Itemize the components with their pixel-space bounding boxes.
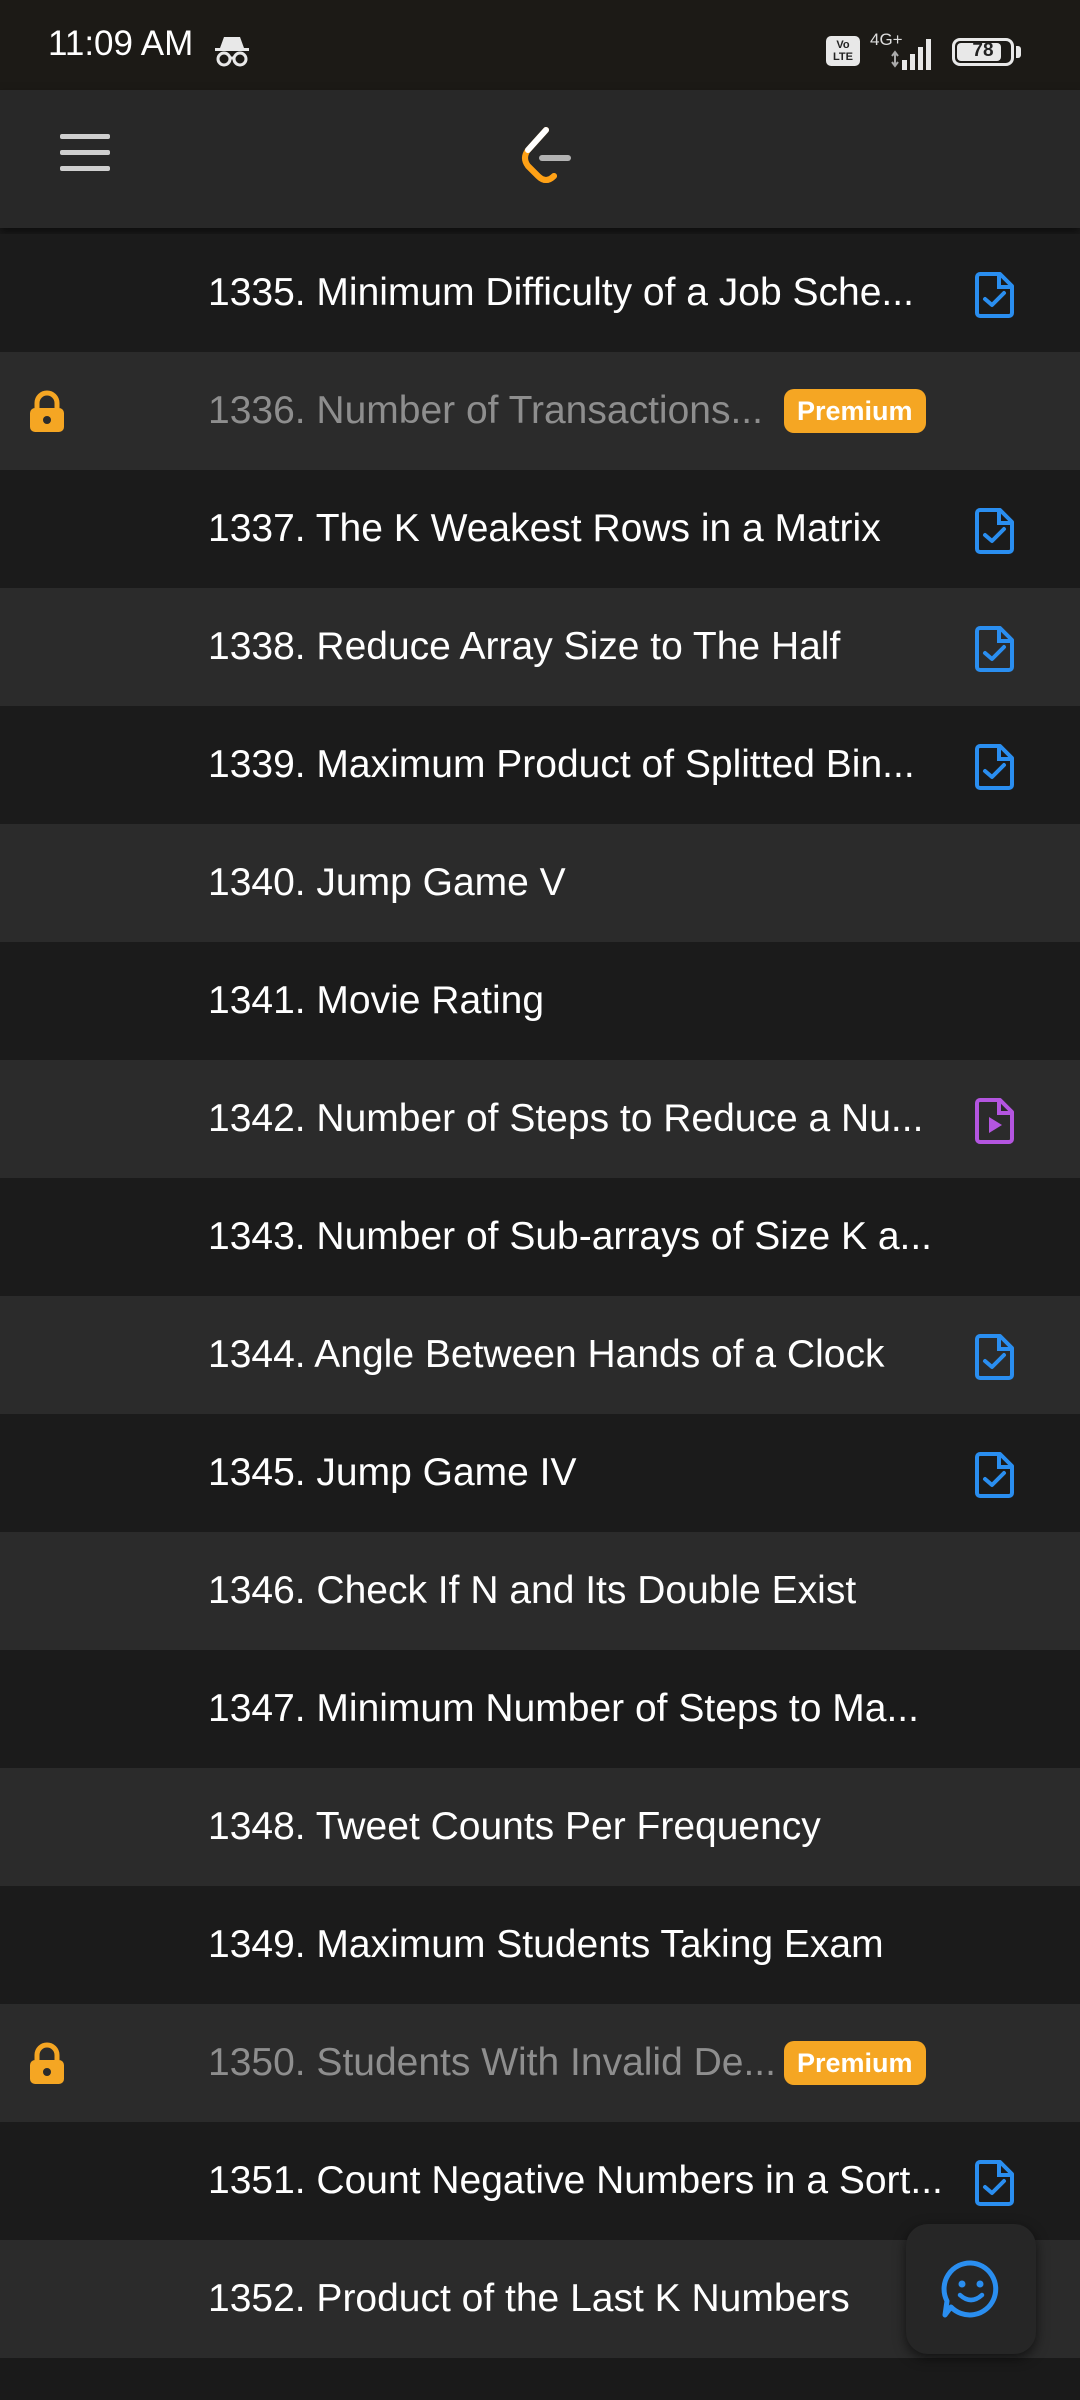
problem-title: 1336. Number of Transactions... — [208, 389, 763, 432]
problem-title: 1345. Jump Game IV — [208, 1451, 577, 1494]
problem-title: 1350. Students With Invalid De... — [208, 2041, 776, 2084]
solved-doc-icon[interactable] — [974, 2159, 1016, 2207]
problem-title: 1347. Minimum Number of Steps to Ma... — [208, 1687, 919, 1730]
incognito-icon — [215, 37, 249, 67]
problem-row[interactable]: 1343. Number of Sub-arrays of Size K a..… — [0, 1178, 1080, 1296]
solved-doc-icon[interactable] — [974, 743, 1016, 791]
problem-title: 1342. Number of Steps to Reduce a Nu... — [208, 1097, 924, 1140]
problem-row[interactable]: 1345. Jump Game IV — [0, 1414, 1080, 1532]
problem-row[interactable]: 1338. Reduce Array Size to The Half — [0, 588, 1080, 706]
problem-row[interactable]: 1339. Maximum Product of Splitted Bin... — [0, 706, 1080, 824]
problem-row[interactable]: 1341. Movie Rating — [0, 942, 1080, 1060]
feedback-smiley-icon — [941, 2260, 999, 2318]
problem-row[interactable]: 1350. Students With Invalid De... Premium — [0, 2004, 1080, 2122]
status-bar: 11:09 AM Vo LTE 4G+ 78 — [0, 0, 1080, 90]
problem-row[interactable]: 1348. Tweet Counts Per Frequency — [0, 1768, 1080, 1886]
problem-title: 1344. Angle Between Hands of a Clock — [208, 1333, 885, 1376]
signal-icon — [891, 39, 931, 70]
hamburger-menu-icon[interactable] — [60, 134, 110, 184]
lock-icon — [30, 2042, 64, 2084]
problem-title: 1341. Movie Rating — [208, 979, 545, 1022]
problem-row[interactable]: 1347. Minimum Number of Steps to Ma... — [0, 1650, 1080, 1768]
problem-title: 1346. Check If N and Its Double Exist — [208, 1569, 857, 1612]
problem-title: 1349. Maximum Students Taking Exam — [208, 1923, 884, 1966]
solved-doc-icon[interactable] — [974, 1451, 1016, 1499]
problem-title: 1335. Minimum Difficulty of a Job Sche..… — [208, 271, 914, 314]
solved-doc-icon[interactable] — [974, 507, 1016, 555]
problem-row[interactable]: 1340. Jump Game V — [0, 824, 1080, 942]
leetcode-logo-icon[interactable] — [516, 126, 576, 190]
problem-title: 1340. Jump Game V — [208, 861, 566, 904]
problem-title: 1348. Tweet Counts Per Frequency — [208, 1805, 821, 1848]
problem-row[interactable]: 1336. Number of Transactions... Premium — [0, 352, 1080, 470]
problem-row[interactable]: 1337. The K Weakest Rows in a Matrix — [0, 470, 1080, 588]
lock-icon — [30, 390, 64, 432]
battery-percentage: 78 — [972, 40, 994, 61]
feedback-button[interactable] — [906, 2224, 1036, 2354]
solved-doc-icon[interactable] — [974, 625, 1016, 673]
problem-title: 1343. Number of Sub-arrays of Size K a..… — [208, 1215, 933, 1258]
problem-title: 1339. Maximum Product of Splitted Bin... — [208, 743, 915, 786]
video-doc-icon[interactable] — [974, 1097, 1016, 1145]
problem-row[interactable]: 1346. Check If N and Its Double Exist — [0, 1532, 1080, 1650]
battery-icon: 78 — [952, 38, 1014, 66]
problem-row[interactable]: 1349. Maximum Students Taking Exam — [0, 1886, 1080, 2004]
app-header — [0, 90, 1080, 228]
problem-list: 1335. Minimum Difficulty of a Job Sche..… — [0, 234, 1080, 2358]
problem-row[interactable]: 1342. Number of Steps to Reduce a Nu... — [0, 1060, 1080, 1178]
problem-row[interactable]: 1344. Angle Between Hands of a Clock — [0, 1296, 1080, 1414]
volte-badge: Vo LTE — [826, 36, 860, 66]
solved-doc-icon[interactable] — [974, 271, 1016, 319]
premium-badge: Premium — [784, 2041, 926, 2085]
problem-title: 1351. Count Negative Numbers in a Sort..… — [208, 2159, 943, 2202]
problem-row[interactable]: 1351. Count Negative Numbers in a Sort..… — [0, 2122, 1080, 2240]
premium-badge: Premium — [784, 389, 926, 433]
battery-tip — [1016, 46, 1021, 58]
problem-row[interactable]: 1335. Minimum Difficulty of a Job Sche..… — [0, 234, 1080, 352]
problem-title: 1337. The K Weakest Rows in a Matrix — [208, 507, 881, 550]
status-time: 11:09 AM — [48, 24, 194, 63]
problem-title: 1338. Reduce Array Size to The Half — [208, 625, 841, 668]
problem-title: 1352. Product of the Last K Numbers — [208, 2277, 850, 2320]
solved-doc-icon[interactable] — [974, 1333, 1016, 1381]
